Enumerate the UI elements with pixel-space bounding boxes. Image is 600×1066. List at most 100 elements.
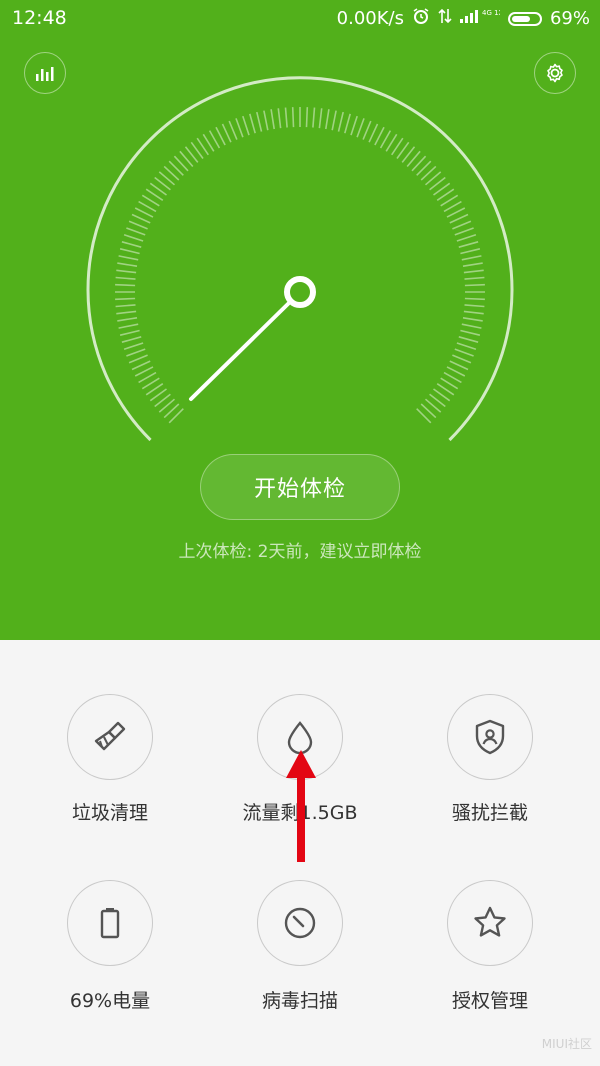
network-type: 4G 1X bbox=[482, 9, 500, 17]
gauge-tick bbox=[368, 123, 379, 143]
gauge-tick bbox=[454, 348, 474, 357]
alarm-icon bbox=[412, 7, 430, 30]
gauge-tick bbox=[305, 107, 309, 128]
data-transfer-icon bbox=[438, 7, 452, 30]
gauge-tick bbox=[128, 220, 148, 230]
tile-label: 69%电量 bbox=[69, 990, 151, 1012]
gauge-tick bbox=[118, 255, 139, 261]
gauge-tick bbox=[446, 366, 466, 377]
gauge-tick bbox=[464, 276, 485, 280]
battery-icon bbox=[507, 11, 542, 26]
gauge-tick bbox=[131, 360, 151, 371]
gauge-tick bbox=[115, 304, 136, 308]
gauge-tick bbox=[126, 348, 146, 357]
gauge-tick bbox=[249, 113, 256, 134]
tile-permissions[interactable]: 授权管理 bbox=[400, 880, 580, 1013]
gauge-tick bbox=[270, 109, 275, 130]
signal-icon: 4G 1X bbox=[459, 7, 504, 30]
tile-label: 病毒扫描 bbox=[261, 990, 338, 1012]
gauge-tick bbox=[350, 115, 358, 136]
gauge-tick bbox=[460, 329, 481, 336]
gauge-tick bbox=[123, 342, 144, 350]
gauge-tick bbox=[263, 110, 269, 131]
gauge-tick bbox=[462, 262, 483, 267]
gauge-tick bbox=[131, 213, 151, 224]
star-icon bbox=[447, 880, 533, 966]
network-speed: 0.00K/s bbox=[336, 8, 404, 29]
battery-icon bbox=[67, 880, 153, 966]
gauge-tick bbox=[463, 310, 484, 315]
tile-label: 垃圾清理 bbox=[71, 802, 148, 824]
gauge-tick bbox=[221, 123, 232, 143]
broom-icon bbox=[67, 694, 153, 780]
gauge-tick bbox=[461, 323, 482, 329]
gauge-tick bbox=[117, 262, 138, 267]
tile-harassment-block[interactable]: 骚扰拦截 bbox=[400, 694, 580, 825]
gauge-tick bbox=[462, 317, 483, 322]
status-time: 12:48 bbox=[12, 7, 67, 29]
gauge-tick bbox=[463, 269, 484, 274]
gauge-tick bbox=[291, 107, 295, 128]
gauge-tick bbox=[115, 283, 136, 287]
gauge-tick bbox=[121, 241, 142, 248]
gauge-tick bbox=[119, 248, 140, 255]
gauge-tick bbox=[119, 329, 140, 336]
virus-scan-icon bbox=[257, 880, 343, 966]
tile-virus-scan[interactable]: 病毒扫描 bbox=[210, 880, 390, 1013]
gauge-tick bbox=[356, 118, 365, 138]
gauge-tick bbox=[456, 234, 477, 242]
health-check-panel: 12:48 0.00K/s 4G 1X 69% bbox=[0, 0, 600, 640]
gauge-tick bbox=[452, 354, 472, 364]
gauge-tick bbox=[325, 109, 330, 130]
gauge-tick bbox=[126, 227, 146, 236]
gauge-tick bbox=[460, 248, 481, 255]
gauge-tick bbox=[116, 269, 137, 274]
gauge-tick bbox=[461, 255, 482, 261]
tile-label: 骚扰拦截 bbox=[451, 802, 528, 824]
gauge-tick bbox=[458, 336, 479, 343]
status-right: 0.00K/s 4G 1X 69% bbox=[337, 7, 590, 30]
tile-junk-clean[interactable]: 垃圾清理 bbox=[20, 694, 200, 825]
tile-label: 授权管理 bbox=[451, 990, 528, 1012]
gauge-tick bbox=[123, 234, 144, 242]
gauge-hub bbox=[284, 276, 316, 308]
last-check-hint: 上次体检: 2天前，建议立即体检 bbox=[178, 542, 422, 562]
gauge-tick bbox=[242, 115, 250, 136]
gauge-tick bbox=[374, 126, 385, 146]
gauge-tick bbox=[115, 276, 136, 280]
gauge-tick bbox=[235, 118, 244, 138]
gauge-tick bbox=[449, 213, 469, 224]
tile-battery[interactable]: 69%电量 bbox=[20, 880, 200, 1013]
status-bar: 12:48 0.00K/s 4G 1X 69% bbox=[0, 0, 600, 36]
gauge-tick bbox=[452, 220, 472, 230]
gauge-tick bbox=[134, 366, 154, 377]
gauge-tick bbox=[134, 207, 154, 218]
gauge-tick bbox=[312, 107, 316, 128]
shield-user-icon bbox=[447, 694, 533, 780]
gauge-tick bbox=[449, 360, 469, 371]
gauge-tick bbox=[446, 207, 466, 218]
gauge-tick bbox=[121, 336, 142, 343]
gauge-tick bbox=[318, 108, 323, 129]
gauge-ticks bbox=[115, 107, 485, 424]
battery-percent: 69% bbox=[549, 8, 590, 29]
gauge-tick bbox=[456, 342, 477, 350]
gauge-tick bbox=[256, 111, 263, 132]
gauge-tick bbox=[464, 297, 485, 301]
gauge-tick bbox=[337, 111, 344, 132]
gauge-tick bbox=[118, 323, 139, 329]
gauge-tick bbox=[116, 310, 137, 315]
red-up-arrow-icon bbox=[286, 750, 316, 862]
gauge-tick bbox=[458, 241, 479, 248]
start-check-button[interactable]: 开始体检 bbox=[200, 454, 400, 520]
gauge-tick bbox=[344, 113, 351, 134]
gauge-tick bbox=[115, 297, 136, 301]
gauge-tick bbox=[277, 108, 282, 129]
gauge-needle bbox=[189, 298, 294, 401]
gauge-tick bbox=[454, 227, 474, 236]
gauge-tick bbox=[362, 120, 372, 140]
gauge-outer-arc bbox=[86, 76, 514, 442]
watermark: MIUI社区 bbox=[541, 1037, 592, 1051]
gauge-tick bbox=[284, 107, 288, 128]
gauge-tick bbox=[228, 120, 238, 140]
